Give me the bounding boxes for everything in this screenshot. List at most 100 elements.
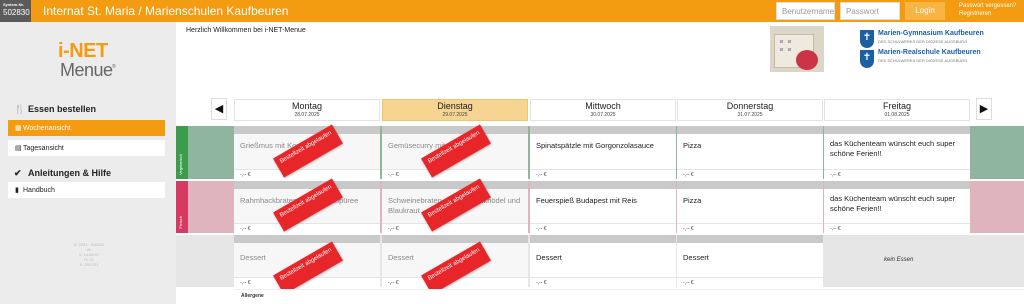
price-row: -,-- €	[530, 169, 676, 179]
section-help: ✔ Anleitungen & Hilfe	[14, 168, 111, 179]
day-name: Montag	[291, 101, 323, 111]
cell-top-strip	[677, 181, 823, 189]
day-header-wednesday: Mittwoch 30.07.2025	[530, 99, 676, 121]
meal-price: -,-- €	[388, 280, 399, 286]
price-row: -,-- €	[824, 169, 970, 179]
school-building-image	[770, 26, 824, 72]
price-row: -,-- €	[382, 223, 528, 233]
school1-name: Marien-Gymnasium Kaufbeuren	[878, 30, 984, 37]
menu-cell[interactable]: Pizza -,-- €	[677, 181, 823, 233]
site-title: Internat St. Maria / Marienschulen Kaufb…	[43, 4, 289, 18]
register-link[interactable]: Registrieren	[959, 10, 1016, 18]
section-order-label: Essen bestellen	[28, 104, 97, 114]
sidebar-item-manual[interactable]: ▮ Handbuch	[8, 182, 165, 198]
meal-name: Dessert	[536, 253, 562, 262]
cell-top-strip	[382, 181, 528, 189]
menu-cell[interactable]: Spinatspätzle mit Gorgonzolasauce -,-- €	[530, 126, 676, 179]
band-label-text: Fleisch	[178, 216, 183, 229]
sidebar-item-week-label: Wochenansicht	[23, 125, 71, 132]
calendar-day-icon: ▤	[15, 145, 22, 152]
meal-name: Pizza	[683, 141, 702, 150]
section-help-label: Anleitungen & Hilfe	[28, 168, 111, 178]
sidebar-item-manual-label: Handbuch	[23, 187, 55, 194]
username-input[interactable]: Benutzername	[776, 2, 835, 20]
sidebar-item-week-view[interactable]: ▦Wochenansicht	[8, 120, 165, 136]
account-links: Passwort vergessen? Registrieren	[959, 2, 1016, 18]
day-name: Mittwoch	[585, 101, 621, 111]
cell-top-strip	[677, 126, 823, 134]
meal-price: -,-- €	[830, 172, 841, 178]
menu-cell[interactable]: Feuerspieß Budapest mit Reis -,-- €	[530, 181, 676, 233]
price-row: -,-- €	[234, 169, 380, 179]
forgot-password-link[interactable]: Passwort vergessen?	[959, 2, 1016, 10]
welcome-text: Herzlich Willkommen bei i-NET-Menue	[186, 27, 306, 34]
sidebar: i-NET Menue ® 🍴 Essen bestellen ▦Wochenan…	[0, 22, 176, 304]
allergene-label: Allergene	[241, 293, 264, 299]
cell-top-strip	[824, 126, 970, 134]
meal-name: das Küchenteam wünscht euch super schöne…	[830, 139, 956, 158]
meal-name: Pizza	[683, 196, 702, 205]
window-shape	[788, 48, 791, 51]
next-week-button[interactable]: ▶	[976, 98, 992, 120]
calendar-week-icon: ▦	[15, 125, 22, 132]
cutlery-icon: 🍴	[14, 104, 26, 114]
flowering-tree-shape	[796, 50, 818, 70]
price-row: -,-- €	[382, 169, 528, 179]
meal-price: -,-- €	[536, 172, 547, 178]
meal-price: -,-- €	[240, 226, 251, 232]
meal-price: -,-- €	[240, 172, 251, 178]
day-header-monday: Montag 28.07.2025	[234, 99, 380, 121]
window-shape	[780, 48, 783, 51]
cell-top-strip	[234, 126, 380, 134]
book-icon: ▮	[15, 187, 19, 194]
window-shape	[788, 40, 791, 43]
meta-line: S: 2SS721	[79, 262, 99, 267]
meal-name: das Küchenteam wünscht euch super schöne…	[830, 194, 956, 213]
sidebar-item-day-label: Tagesansicht	[23, 145, 64, 152]
cell-top-strip	[530, 126, 676, 134]
meal-price: -,-- €	[388, 226, 399, 232]
cell-top-strip	[382, 126, 528, 134]
cell-top-strip	[530, 235, 676, 243]
menu-cell[interactable]: das Küchenteam wünscht euch super schöne…	[824, 126, 970, 179]
menu-cell[interactable]: das Küchenteam wünscht euch super schöne…	[824, 181, 970, 233]
price-row: -,-- €	[530, 223, 676, 233]
day-date: 31.07.2025	[737, 112, 763, 118]
allergene-row[interactable]: Allergene	[234, 289, 1024, 301]
band-label-vegetarian: Vegetarisch	[176, 126, 188, 179]
previous-week-button[interactable]: ◀	[211, 98, 227, 120]
logo-bottom-text: Menue	[60, 60, 113, 80]
cell-top-strip	[677, 235, 823, 243]
cell-top-strip	[530, 181, 676, 189]
meal-price: -,-- €	[536, 226, 547, 232]
password-input[interactable]: Passwort	[840, 2, 900, 20]
day-header-friday: Freitag 01.08.2025	[824, 99, 970, 121]
logo-registered-mark: ®	[112, 64, 116, 70]
page-header: Herzlich Willkommen bei i-NET-Menue ✝ Ma…	[176, 22, 1024, 90]
inet-menue-logo[interactable]: i-NET Menue ®	[58, 40, 118, 84]
day-date: 28.07.2025	[294, 112, 320, 118]
cell-top-strip	[234, 181, 380, 189]
meal-price: -,-- €	[683, 226, 694, 232]
cell-top-strip	[824, 181, 970, 189]
no-food-label: kein Essen	[884, 257, 914, 263]
day-header-thursday: Donnerstag 31.07.2025	[677, 99, 823, 121]
price-row: -,-- €	[677, 169, 823, 179]
school-logos: ✝ Marien-Gymnasium Kaufbeuren DES SCHULW…	[860, 26, 1010, 70]
menu-cell[interactable]: Pizza -,-- €	[677, 126, 823, 179]
price-row: -,-- €	[677, 277, 823, 287]
day-name: Dienstag	[437, 101, 473, 111]
check-circle-icon: ✔	[14, 168, 22, 178]
price-row: -,-- €	[234, 223, 380, 233]
meal-name: Dessert	[683, 253, 709, 262]
menu-cell[interactable]: Dessert -,-- €	[530, 235, 676, 287]
sidebar-item-day-view[interactable]: ▤Tagesansicht	[8, 140, 165, 156]
section-order: 🍴 Essen bestellen	[14, 104, 96, 115]
day-name: Freitag	[882, 101, 911, 111]
menu-cell[interactable]: Dessert -,-- €	[677, 235, 823, 287]
cell-top-strip	[234, 235, 380, 243]
meal-name: Spinatspätzle mit Gorgonzolasauce	[536, 141, 654, 150]
band-label-text: Vegetarisch	[178, 154, 183, 175]
login-button[interactable]: Login	[905, 2, 945, 20]
day-name: Donnerstag	[726, 101, 774, 111]
